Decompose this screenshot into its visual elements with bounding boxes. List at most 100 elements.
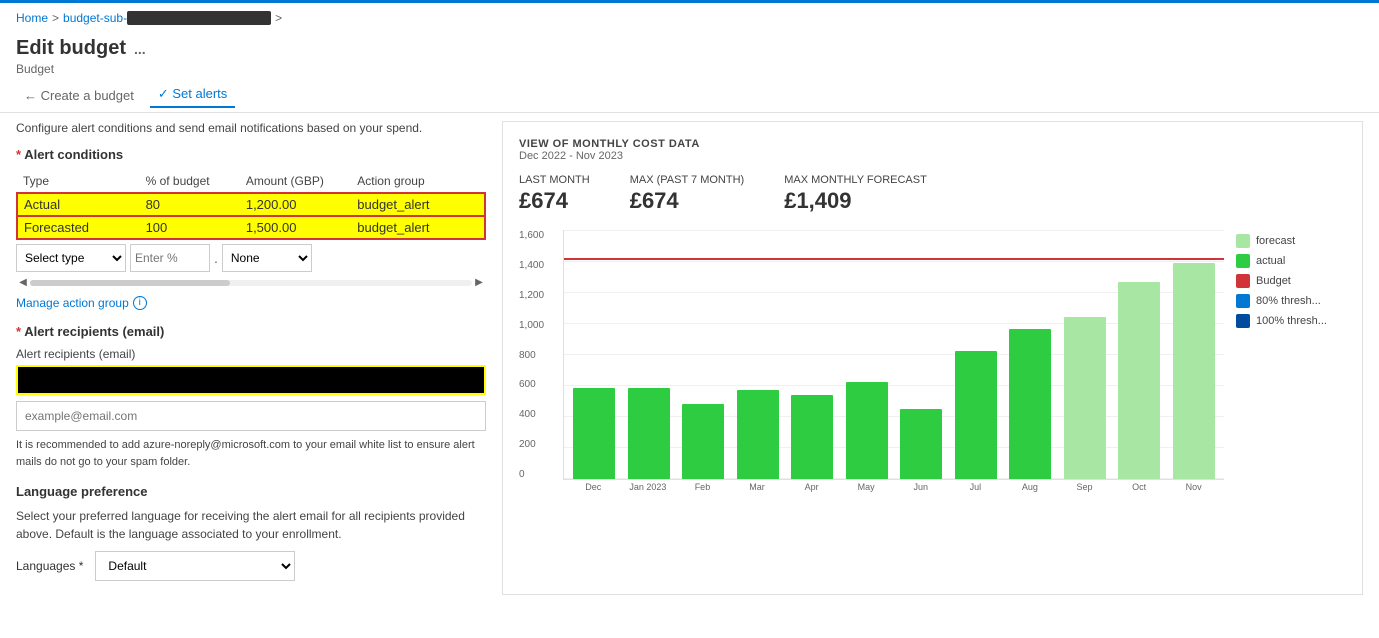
y-label-1400: 1,400 bbox=[519, 260, 559, 271]
required-star: * bbox=[16, 147, 21, 162]
col-header-action: Action group bbox=[351, 170, 485, 193]
legend-box-forecast bbox=[1236, 234, 1250, 248]
email-note: It is recommended to add azure-noreply@m… bbox=[16, 437, 486, 470]
y-label-0: 0 bbox=[519, 469, 559, 480]
col-header-amount: Amount (GBP) bbox=[240, 170, 351, 193]
x-label-6: Jun bbox=[894, 480, 947, 492]
row1-action: budget_alert bbox=[351, 193, 485, 216]
legend-thresh80: 80% thresh... bbox=[1236, 294, 1346, 308]
scroll-right-arrow[interactable]: ▶ bbox=[472, 276, 486, 290]
email-placeholder-input[interactable] bbox=[16, 401, 486, 431]
alert-recipients-title: Alert recipients (email) bbox=[24, 324, 164, 339]
languages-dropdown[interactable]: Default English French German Spanish bbox=[95, 551, 295, 581]
tab-create-label: ← Create a budget bbox=[24, 88, 134, 103]
y-label-400: 400 bbox=[519, 409, 559, 420]
bar-group-8 bbox=[1004, 230, 1057, 479]
action-group-dropdown[interactable]: None bbox=[222, 244, 312, 272]
manage-action-group-link[interactable]: Manage action group i bbox=[16, 296, 486, 310]
scrollbar-track bbox=[30, 280, 472, 286]
tab-alerts-label: ✓ Set alerts bbox=[158, 86, 227, 102]
row2-action: budget_alert bbox=[351, 216, 485, 239]
breadcrumb-masked: ████████████████ bbox=[127, 11, 271, 25]
stat-max-forecast: MAX MONTHLY FORECAST £1,409 bbox=[784, 174, 927, 214]
chart-legend: forecast actual Budget 80% thresh... 100… bbox=[1236, 230, 1346, 510]
email-masked-input[interactable] bbox=[16, 365, 486, 395]
page-header: Edit budget ... Budget bbox=[0, 33, 1379, 78]
legend-forecast: forecast bbox=[1236, 234, 1346, 248]
y-axis: 1,600 1,400 1,200 1,000 800 600 400 200 … bbox=[519, 230, 559, 480]
stats-row: LAST MONTH £674 MAX (PAST 7 MONTH) £674 … bbox=[519, 174, 1346, 214]
table-row-actual: Actual 80 1,200.00 budget_alert bbox=[17, 193, 485, 216]
breadcrumb-budget-sub[interactable]: budget-sub- bbox=[63, 11, 127, 25]
language-preference-section: Language preference Select your preferre… bbox=[16, 484, 486, 581]
bar-actual-1 bbox=[628, 388, 670, 479]
x-label-1: Jan 2023 bbox=[622, 480, 675, 492]
bar-actual-0 bbox=[573, 388, 615, 479]
col-header-type: Type bbox=[17, 170, 140, 193]
stat-max-past-label: MAX (PAST 7 MONTH) bbox=[630, 174, 745, 186]
bar-forecast-10 bbox=[1118, 282, 1160, 479]
y-label-600: 600 bbox=[519, 379, 559, 390]
breadcrumb-chevron: > bbox=[275, 11, 282, 25]
select-type-dropdown[interactable]: Select type bbox=[16, 244, 126, 272]
legend-label-thresh80: 80% thresh... bbox=[1256, 295, 1321, 307]
bar-actual-6 bbox=[900, 409, 942, 479]
breadcrumb-home[interactable]: Home bbox=[16, 11, 48, 25]
x-label-7: Jul bbox=[949, 480, 1002, 492]
bar-actual-5 bbox=[846, 382, 888, 479]
dot-separator: . bbox=[214, 250, 218, 266]
languages-label: Languages * bbox=[16, 559, 83, 573]
legend-thresh100: 100% thresh... bbox=[1236, 314, 1346, 328]
alert-conditions-label: * Alert conditions bbox=[16, 147, 486, 162]
language-row: Languages * Default English French Germa… bbox=[16, 551, 486, 581]
bar-group-9 bbox=[1059, 230, 1112, 479]
tab-set-alerts[interactable]: ✓ Set alerts bbox=[150, 82, 235, 108]
legend-label-forecast: forecast bbox=[1256, 235, 1295, 247]
bar-group-5 bbox=[841, 230, 894, 479]
row2-amount: 1,500.00 bbox=[240, 216, 351, 239]
y-label-1000: 1,000 bbox=[519, 320, 559, 331]
chart-area: 1,600 1,400 1,200 1,000 800 600 400 200 … bbox=[519, 230, 1346, 510]
bar-group-0 bbox=[568, 230, 621, 479]
bar-group-10 bbox=[1113, 230, 1166, 479]
x-label-5: May bbox=[840, 480, 893, 492]
legend-label-thresh100: 100% thresh... bbox=[1256, 315, 1327, 327]
info-icon: i bbox=[133, 296, 147, 310]
col-header-pct: % of budget bbox=[140, 170, 240, 193]
chart-title: VIEW OF MONTHLY COST DATA bbox=[519, 138, 1346, 150]
chart-subtitle: Dec 2022 - Nov 2023 bbox=[519, 150, 1346, 162]
x-label-10: Oct bbox=[1113, 480, 1166, 492]
bar-actual-3 bbox=[737, 390, 779, 479]
alert-conditions-table: Type % of budget Amount (GBP) Action gro… bbox=[16, 170, 486, 240]
x-label-2: Feb bbox=[676, 480, 729, 492]
legend-box-thresh100 bbox=[1236, 314, 1250, 328]
tabs-bar: ← Create a budget ✓ Set alerts bbox=[0, 78, 1379, 113]
legend-label-actual: actual bbox=[1256, 255, 1285, 267]
x-label-0: Dec bbox=[567, 480, 620, 492]
x-label-8: Aug bbox=[1004, 480, 1057, 492]
bar-group-3 bbox=[732, 230, 785, 479]
x-label-3: Mar bbox=[731, 480, 784, 492]
x-labels: DecJan 2023FebMarAprMayJunJulAugSepOctNo… bbox=[563, 480, 1224, 492]
legend-actual: actual bbox=[1236, 254, 1346, 268]
breadcrumb: Home > budget-sub- ████████████████ > bbox=[0, 3, 1379, 33]
stat-last-month-label: LAST MONTH bbox=[519, 174, 590, 186]
y-label-200: 200 bbox=[519, 439, 559, 450]
horizontal-scrollbar[interactable]: ◀ ▶ bbox=[16, 276, 486, 290]
row2-type: Forecasted bbox=[17, 216, 140, 239]
page-title-text: Edit budget bbox=[16, 37, 126, 60]
tab-create-budget[interactable]: ← Create a budget bbox=[16, 84, 142, 107]
page-subtitle: Budget bbox=[16, 62, 1363, 76]
stat-max-forecast-value: £1,409 bbox=[784, 188, 927, 214]
stat-last-month: LAST MONTH £674 bbox=[519, 174, 590, 214]
row1-pct: 80 bbox=[140, 193, 240, 216]
bar-group-7 bbox=[950, 230, 1003, 479]
scroll-left-arrow[interactable]: ◀ bbox=[16, 276, 30, 290]
bar-forecast-11 bbox=[1173, 263, 1215, 479]
bar-forecast-9 bbox=[1064, 317, 1106, 480]
more-options-button[interactable]: ... bbox=[134, 41, 146, 57]
email-field-label: Alert recipients (email) bbox=[16, 347, 486, 361]
chart-header: VIEW OF MONTHLY COST DATA Dec 2022 - Nov… bbox=[519, 138, 1346, 162]
chart-canvas: 1,600 1,400 1,200 1,000 800 600 400 200 … bbox=[519, 230, 1224, 510]
enter-pct-input[interactable] bbox=[130, 244, 210, 272]
